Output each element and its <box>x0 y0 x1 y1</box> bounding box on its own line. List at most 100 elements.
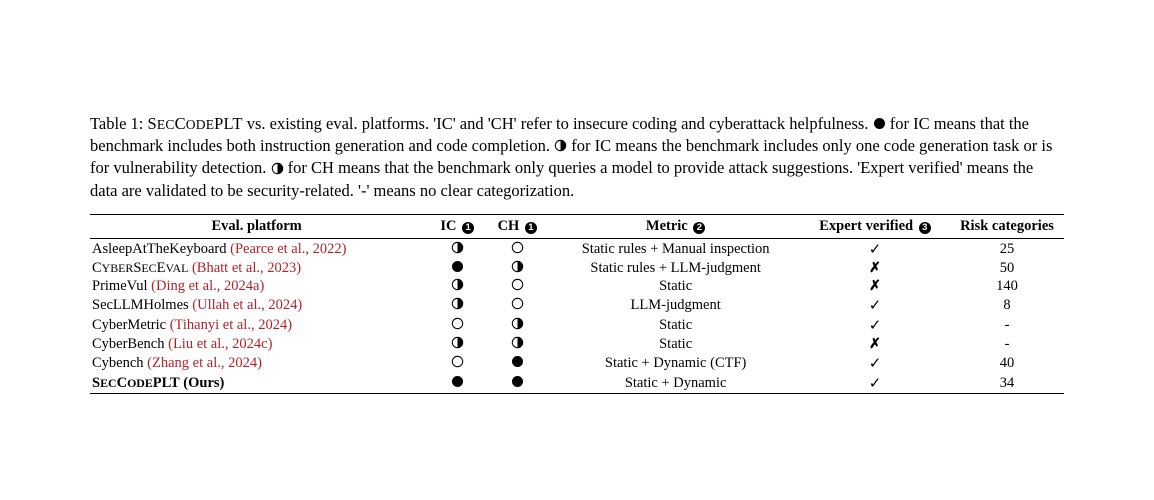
table-row: CYBERSECEVAL (Bhatt et al., 2023)Static … <box>90 259 1064 277</box>
cell-expert: ✗ <box>804 259 946 277</box>
cell-ic <box>427 239 487 260</box>
table-caption: Table 1: SECCODEPLT vs. existing eval. p… <box>90 113 1064 203</box>
full-circle-icon <box>511 375 524 391</box>
header-platform: Eval. platform <box>90 215 427 239</box>
cell-risk: 50 <box>946 259 1064 277</box>
citation-link[interactable]: (Pearce et al., 2022) <box>230 241 346 257</box>
cell-ch <box>487 277 547 295</box>
table-figure: Table 1: SECCODEPLT vs. existing eval. p… <box>0 0 1154 434</box>
cell-platform: CyberBench (Liu et al., 2024c) <box>90 335 427 353</box>
table-row: CyberBench (Liu et al., 2024c) Static ✗ - <box>90 335 1064 353</box>
header-expert: Expert verified 3 <box>804 215 946 239</box>
half-circle-icon <box>511 260 524 276</box>
cell-ic <box>427 353 487 373</box>
cell-ic <box>427 295 487 315</box>
header-ic: IC 1 <box>427 215 487 239</box>
cell-expert: ✗ <box>804 277 946 295</box>
cell-risk: 8 <box>946 295 1064 315</box>
table-row: SecLLMHolmes (Ullah et al., 2024) LLM-jud… <box>90 295 1064 315</box>
table-row: Cybench (Zhang et al., 2024) Static + Dyn… <box>90 353 1064 373</box>
empty-circle-icon <box>511 297 524 313</box>
citation-link[interactable]: (Tihanyi et al., 2024) <box>170 317 292 333</box>
cell-ch <box>487 373 547 394</box>
cross-icon: ✗ <box>869 261 881 276</box>
citation-link[interactable]: (Liu et al., 2024c) <box>168 336 272 352</box>
cell-metric: Static <box>547 277 804 295</box>
half-circle-icon <box>511 317 524 333</box>
cell-metric: Static + Dynamic (CTF) <box>547 353 804 373</box>
cell-expert: ✓ <box>804 315 946 335</box>
cell-platform: PrimeVul (Ding et al., 2024a) <box>90 277 427 295</box>
cell-metric: Static + Dynamic <box>547 373 804 394</box>
cell-ch <box>487 335 547 353</box>
citation-link[interactable]: (Ullah et al., 2024) <box>192 297 302 313</box>
half-circle-icon <box>451 241 464 257</box>
header-risk: Risk categories <box>946 215 1064 239</box>
cell-platform: CyberMetric (Tihanyi et al., 2024) <box>90 315 427 335</box>
cell-expert: ✓ <box>804 373 946 394</box>
cell-platform: SECCODEPLT (Ours) <box>90 373 427 394</box>
cell-ic <box>427 315 487 335</box>
caption-seccodeplt: SECCODEPLT <box>148 114 243 133</box>
table-row: AsleepAtTheKeyboard (Pearce et al., 2022… <box>90 239 1064 260</box>
cell-risk: - <box>946 335 1064 353</box>
cell-metric: Static <box>547 315 804 335</box>
cell-ic <box>427 335 487 353</box>
empty-circle-icon <box>451 317 464 333</box>
cell-ch <box>487 353 547 373</box>
citation-link[interactable]: (Ding et al., 2024a) <box>151 278 264 294</box>
cell-expert: ✓ <box>804 295 946 315</box>
cell-ch <box>487 295 547 315</box>
cell-risk: - <box>946 315 1064 335</box>
table-row: PrimeVul (Ding et al., 2024a) Static ✗ 140 <box>90 277 1064 295</box>
cell-metric: Static rules + Manual inspection <box>547 239 804 260</box>
table-body: AsleepAtTheKeyboard (Pearce et al., 2022… <box>90 239 1064 394</box>
citation-link[interactable]: (Bhatt et al., 2023) <box>192 260 301 276</box>
half-circle-icon <box>451 278 464 294</box>
half-circle-icon <box>271 158 284 177</box>
cell-platform: AsleepAtTheKeyboard (Pearce et al., 2022… <box>90 239 427 260</box>
footnote-icon-2: 2 <box>693 222 705 234</box>
cell-risk: 40 <box>946 353 1064 373</box>
half-circle-icon <box>511 336 524 352</box>
half-circle-icon <box>554 136 567 155</box>
empty-circle-icon <box>451 355 464 371</box>
cell-platform: SecLLMHolmes (Ullah et al., 2024) <box>90 295 427 315</box>
cell-metric: Static <box>547 335 804 353</box>
cell-expert: ✗ <box>804 335 946 353</box>
citation-link[interactable]: (Zhang et al., 2024) <box>147 355 262 371</box>
cell-platform: Cybench (Zhang et al., 2024) <box>90 353 427 373</box>
cell-risk: 140 <box>946 277 1064 295</box>
full-circle-icon <box>451 260 464 276</box>
table-row: CyberMetric (Tihanyi et al., 2024) Static… <box>90 315 1064 335</box>
cross-icon: ✗ <box>869 279 881 294</box>
header-ch: CH 1 <box>487 215 547 239</box>
empty-circle-icon <box>511 278 524 294</box>
check-icon: ✓ <box>869 376 882 392</box>
footnote-icon-1: 1 <box>525 222 537 234</box>
cell-ch <box>487 315 547 335</box>
half-circle-icon <box>451 336 464 352</box>
check-icon: ✓ <box>869 242 882 258</box>
check-icon: ✓ <box>869 356 882 372</box>
table-row: SECCODEPLT (Ours) Static + Dynamic ✓ 34 <box>90 373 1064 394</box>
cell-expert: ✓ <box>804 353 946 373</box>
cell-risk: 34 <box>946 373 1064 394</box>
cell-metric: LLM-judgment <box>547 295 804 315</box>
cell-expert: ✓ <box>804 239 946 260</box>
cell-ic <box>427 277 487 295</box>
header-metric: Metric 2 <box>547 215 804 239</box>
table-header-row: Eval. platform IC 1 CH 1 Metric 2 Expert… <box>90 215 1064 239</box>
check-icon: ✓ <box>869 318 882 334</box>
cross-icon: ✗ <box>869 337 881 352</box>
full-circle-icon <box>451 375 464 391</box>
cell-risk: 25 <box>946 239 1064 260</box>
empty-circle-icon <box>511 241 524 257</box>
footnote-icon-1: 1 <box>462 222 474 234</box>
cell-ic <box>427 373 487 394</box>
cell-metric: Static rules + LLM-judgment <box>547 259 804 277</box>
check-icon: ✓ <box>869 298 882 314</box>
footnote-icon-3: 3 <box>919 222 931 234</box>
full-circle-icon <box>511 355 524 371</box>
cell-ic <box>427 259 487 277</box>
